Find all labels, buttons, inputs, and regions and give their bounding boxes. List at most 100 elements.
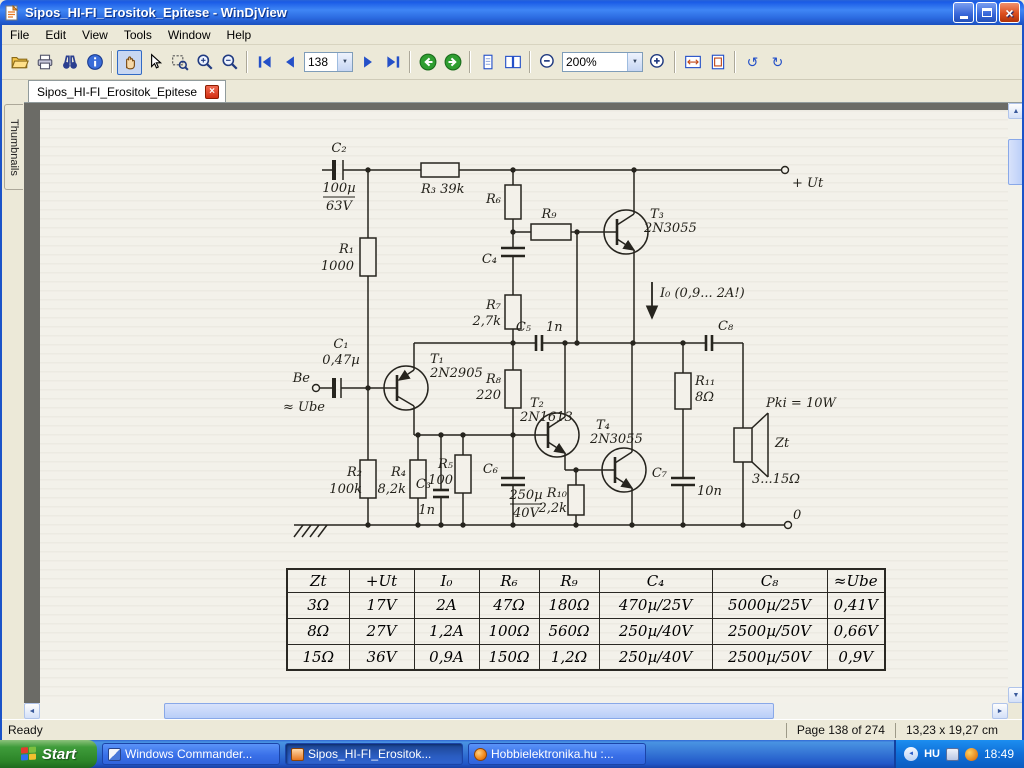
zoom-in-tool-button[interactable] [192,50,217,75]
info-button[interactable] [82,50,107,75]
toolbar-separator [469,51,471,73]
window-title: Sipos_HI-FI_Erositok_Epitese - WinDjView [25,5,287,20]
windjview-icon [291,747,304,761]
tab-close-button[interactable]: × [205,84,220,99]
label-t3-type: 2N3055 [643,221,697,236]
single-page-layout-button[interactable] [475,50,500,75]
table-cell: 180Ω [538,591,600,619]
fit-width-button[interactable] [680,50,705,75]
document-page[interactable]: C₂ 100µ 63V R₃ 39k R₁ 1000 Be ≈ Ube C₁ 0… [40,110,1008,703]
open-button[interactable] [7,50,32,75]
rotate-right-icon: ↻ [771,53,784,70]
tray-collapse-chevron[interactable]: ◄ [904,747,919,761]
table-cell: 0,41V [826,591,886,619]
scroll-down-icon: ▼ [1012,691,1020,699]
browser-icon [474,747,487,761]
taskbar-clock[interactable]: 18:49 [984,747,1014,761]
taskbar-item-browser[interactable]: Hobbielektronika.hu :... [468,743,646,765]
zoom-combo-dropdown[interactable]: ▼ [627,53,642,71]
tray-status-icon-1[interactable] [945,747,959,761]
document-viewport[interactable]: C₂ 100µ 63V R₃ 39k R₁ 1000 Be ≈ Ube C₁ 0… [24,103,1008,703]
marquee-zoom-button[interactable] [167,50,192,75]
start-button[interactable]: Start [0,740,97,768]
menu-file[interactable]: File [2,26,37,44]
rotate-left-button[interactable]: ↺ [740,50,765,75]
print-button[interactable] [32,50,57,75]
label-r6: R₆ [485,192,501,207]
status-size-info: 13,23 x 19,27 cm [894,722,1008,738]
taskbar: Start Windows Commander... Sipos_HI-FI_E… [0,740,1024,768]
horizontal-scrollbar[interactable]: ◄ ► [24,703,1008,719]
select-tool-button[interactable] [142,50,167,75]
table-cell: 1,2A [413,617,480,645]
windows-logo-icon [20,746,37,761]
zoom-in-button[interactable] [645,50,670,75]
tray-status-icon-2[interactable] [964,747,978,761]
close-button[interactable]: × [999,2,1020,23]
label-i0: I₀ (0,9... 2A!) [659,286,745,301]
label-r5: R₅ [437,457,454,472]
back-icon [419,53,436,71]
label-t1: T₁ [430,352,444,367]
table-cell: 36V [348,643,415,671]
table-cell: 15Ω [286,643,350,671]
label-r5-value: 100 [428,473,453,488]
document-tab[interactable]: Sipos_HI-FI_Erositok_Epitese × [28,80,227,102]
prev-page-button[interactable] [277,50,302,75]
label-c1-value: 0,47µ [322,353,359,368]
table-header-cell: ≈Ube [826,568,886,593]
next-page-button[interactable] [355,50,380,75]
zoom-out-button[interactable] [535,50,560,75]
scroll-left-button[interactable]: ◄ [24,703,40,719]
taskbar-item-windows-commander[interactable]: Windows Commander... [102,743,280,765]
title-bar[interactable]: Sipos_HI-FI_Erositok_Epitese - WinDjView… [0,0,1024,25]
status-ready: Ready [8,723,43,737]
folder-open-icon [10,56,29,69]
label-be: Be [292,371,311,386]
forward-button[interactable] [440,50,465,75]
scroll-right-button[interactable]: ► [992,703,1008,719]
find-button[interactable] [57,50,82,75]
last-page-icon [386,56,399,68]
label-c6: C₆ [483,462,498,477]
language-indicator[interactable]: HU [924,748,940,760]
label-r3: R₃ 39k [420,182,465,197]
label-c7: C₇ [652,466,668,481]
table-cell: 100Ω [478,617,540,645]
binoculars-icon [62,55,77,69]
minimize-button[interactable] [953,2,974,23]
menu-window[interactable]: Window [160,26,219,44]
menu-tools[interactable]: Tools [116,26,160,44]
hand-tool-button[interactable] [117,49,142,75]
component-table: Zt +Ut I₀ R₆ R₉ C₄ C₈ ≈Ube 3Ω 17V 2A 47Ω [286,568,886,671]
status-page-info: Page 138 of 274 [785,722,895,738]
last-page-button[interactable] [380,50,405,75]
maximize-button[interactable] [976,2,997,23]
first-page-button[interactable] [252,50,277,75]
table-header-cell: R₆ [478,568,540,593]
thumbnails-tab[interactable]: Thumbnails [4,104,23,190]
horizontal-scroll-thumb[interactable] [164,703,774,719]
table-header-row: Zt +Ut I₀ R₆ R₉ C₄ C₈ ≈Ube [286,568,886,593]
back-button[interactable] [415,50,440,75]
menu-view[interactable]: View [74,26,116,44]
table-cell: 0,9A [413,643,480,671]
taskbar-item-windjview[interactable]: Sipos_HI-FI_Erositok... [285,743,463,765]
ut-terminal [780,165,790,175]
rotate-right-button[interactable]: ↻ [765,50,790,75]
menu-help[interactable]: Help [219,26,260,44]
table-cell: 1,2Ω [538,643,600,671]
label-r1: R₁ [338,242,354,257]
table-cell: 17V [348,591,415,619]
page-combo-dropdown[interactable]: ▼ [337,53,352,71]
zoom-out-tool-button[interactable] [217,50,242,75]
magnifier-plus-icon [196,54,213,70]
page-number-input[interactable] [305,54,337,70]
zoom-input[interactable] [563,54,627,70]
fit-page-button[interactable] [705,50,730,75]
label-r2-value: 100k [329,482,362,497]
facing-pages-layout-button[interactable] [500,50,525,75]
menu-edit[interactable]: Edit [37,26,74,44]
chevron-left-icon: ◄ [908,751,915,757]
table-cell: 250µ/40V [598,617,713,645]
